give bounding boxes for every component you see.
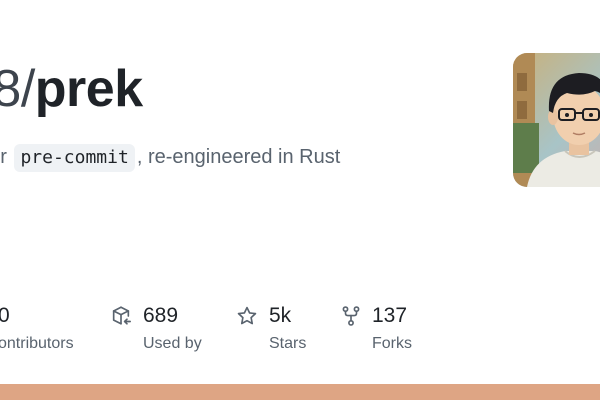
- description-suffix: , re-engineered in Rust: [136, 146, 341, 168]
- description-prefix: tter: [0, 146, 7, 168]
- owner-avatar[interactable]: [513, 53, 600, 187]
- stat-label: Stars: [269, 335, 307, 352]
- package-dependents-icon: [110, 305, 132, 327]
- stat-forks[interactable]: 137 Forks: [340, 300, 440, 360]
- repo-separator: /: [20, 60, 35, 118]
- stat-value: 137: [372, 304, 408, 327]
- repo-title[interactable]: 78/prek: [0, 58, 143, 120]
- stat-used-by[interactable]: 689 Used by: [110, 300, 230, 360]
- stat-value: 0: [0, 304, 10, 327]
- stat-value: 5k: [269, 304, 292, 327]
- stat-label: ontributors: [0, 335, 74, 352]
- stat-label: Forks: [372, 335, 412, 352]
- language-color-bar: [0, 384, 600, 400]
- repo-name[interactable]: prek: [35, 60, 143, 118]
- stat-stars[interactable]: 5k Stars: [236, 300, 336, 360]
- repo-owner[interactable]: 78: [0, 60, 21, 118]
- repo-description: tter pre-commit, re-engineered in Rust: [0, 143, 340, 172]
- stat-label: Used by: [143, 335, 202, 352]
- repo-social-card: 78/prek tter pre-commit, re-engineered i…: [0, 0, 600, 400]
- stat-contributors[interactable]: 0 ontributors: [0, 300, 94, 360]
- stat-value: 689: [143, 304, 179, 327]
- star-icon: [236, 305, 258, 327]
- repo-forked-icon: [340, 305, 362, 327]
- description-code: pre-commit: [14, 144, 135, 172]
